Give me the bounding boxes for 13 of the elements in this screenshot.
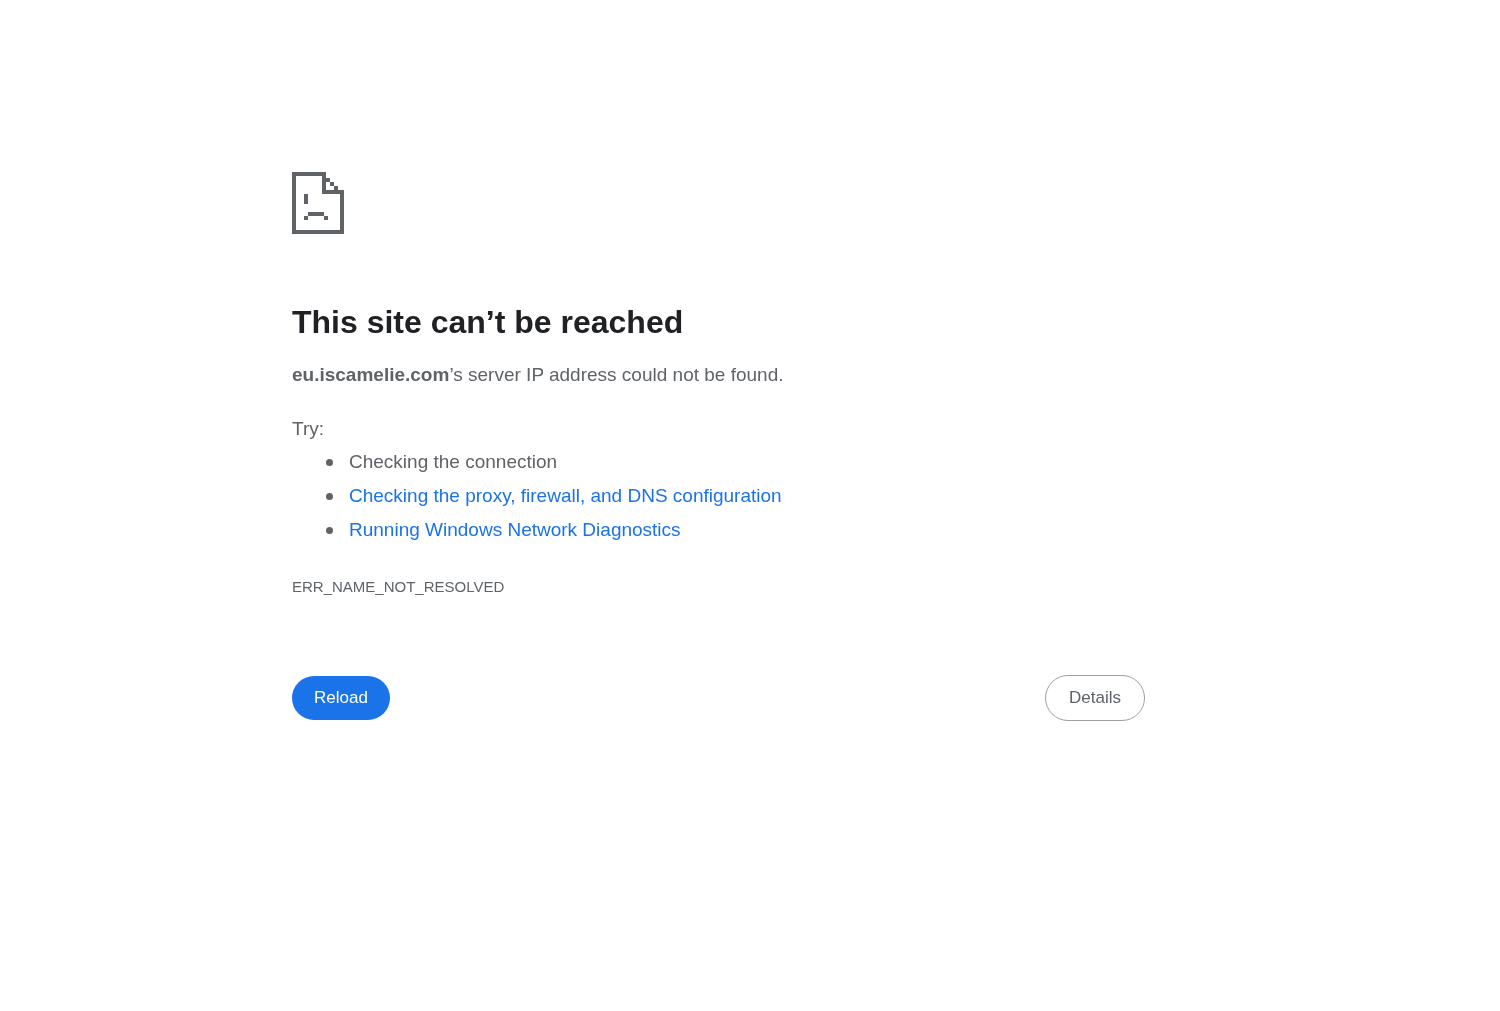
try-label: Try: xyxy=(292,417,324,441)
suggestion-text: Checking the connection xyxy=(349,449,558,474)
error-description: eu.iscamelie.com’s server IP address could not be found. xyxy=(292,363,784,387)
suggestion-link[interactable]: Running Windows Network Diagnostics xyxy=(349,515,681,545)
bullet-icon xyxy=(326,458,333,466)
sad-page-icon xyxy=(292,172,344,234)
suggestion-link[interactable]: Checking the proxy, firewall, and DNS configuration xyxy=(349,481,782,511)
bullet-icon xyxy=(326,526,333,534)
bullet-icon xyxy=(326,492,333,500)
details-button[interactable]: Details xyxy=(1045,675,1145,721)
page-heading: This site can’t be reached xyxy=(292,303,684,342)
error-code: ERR_NAME_NOT_RESOLVED xyxy=(292,577,505,597)
reload-button[interactable]: Reload xyxy=(292,676,390,720)
